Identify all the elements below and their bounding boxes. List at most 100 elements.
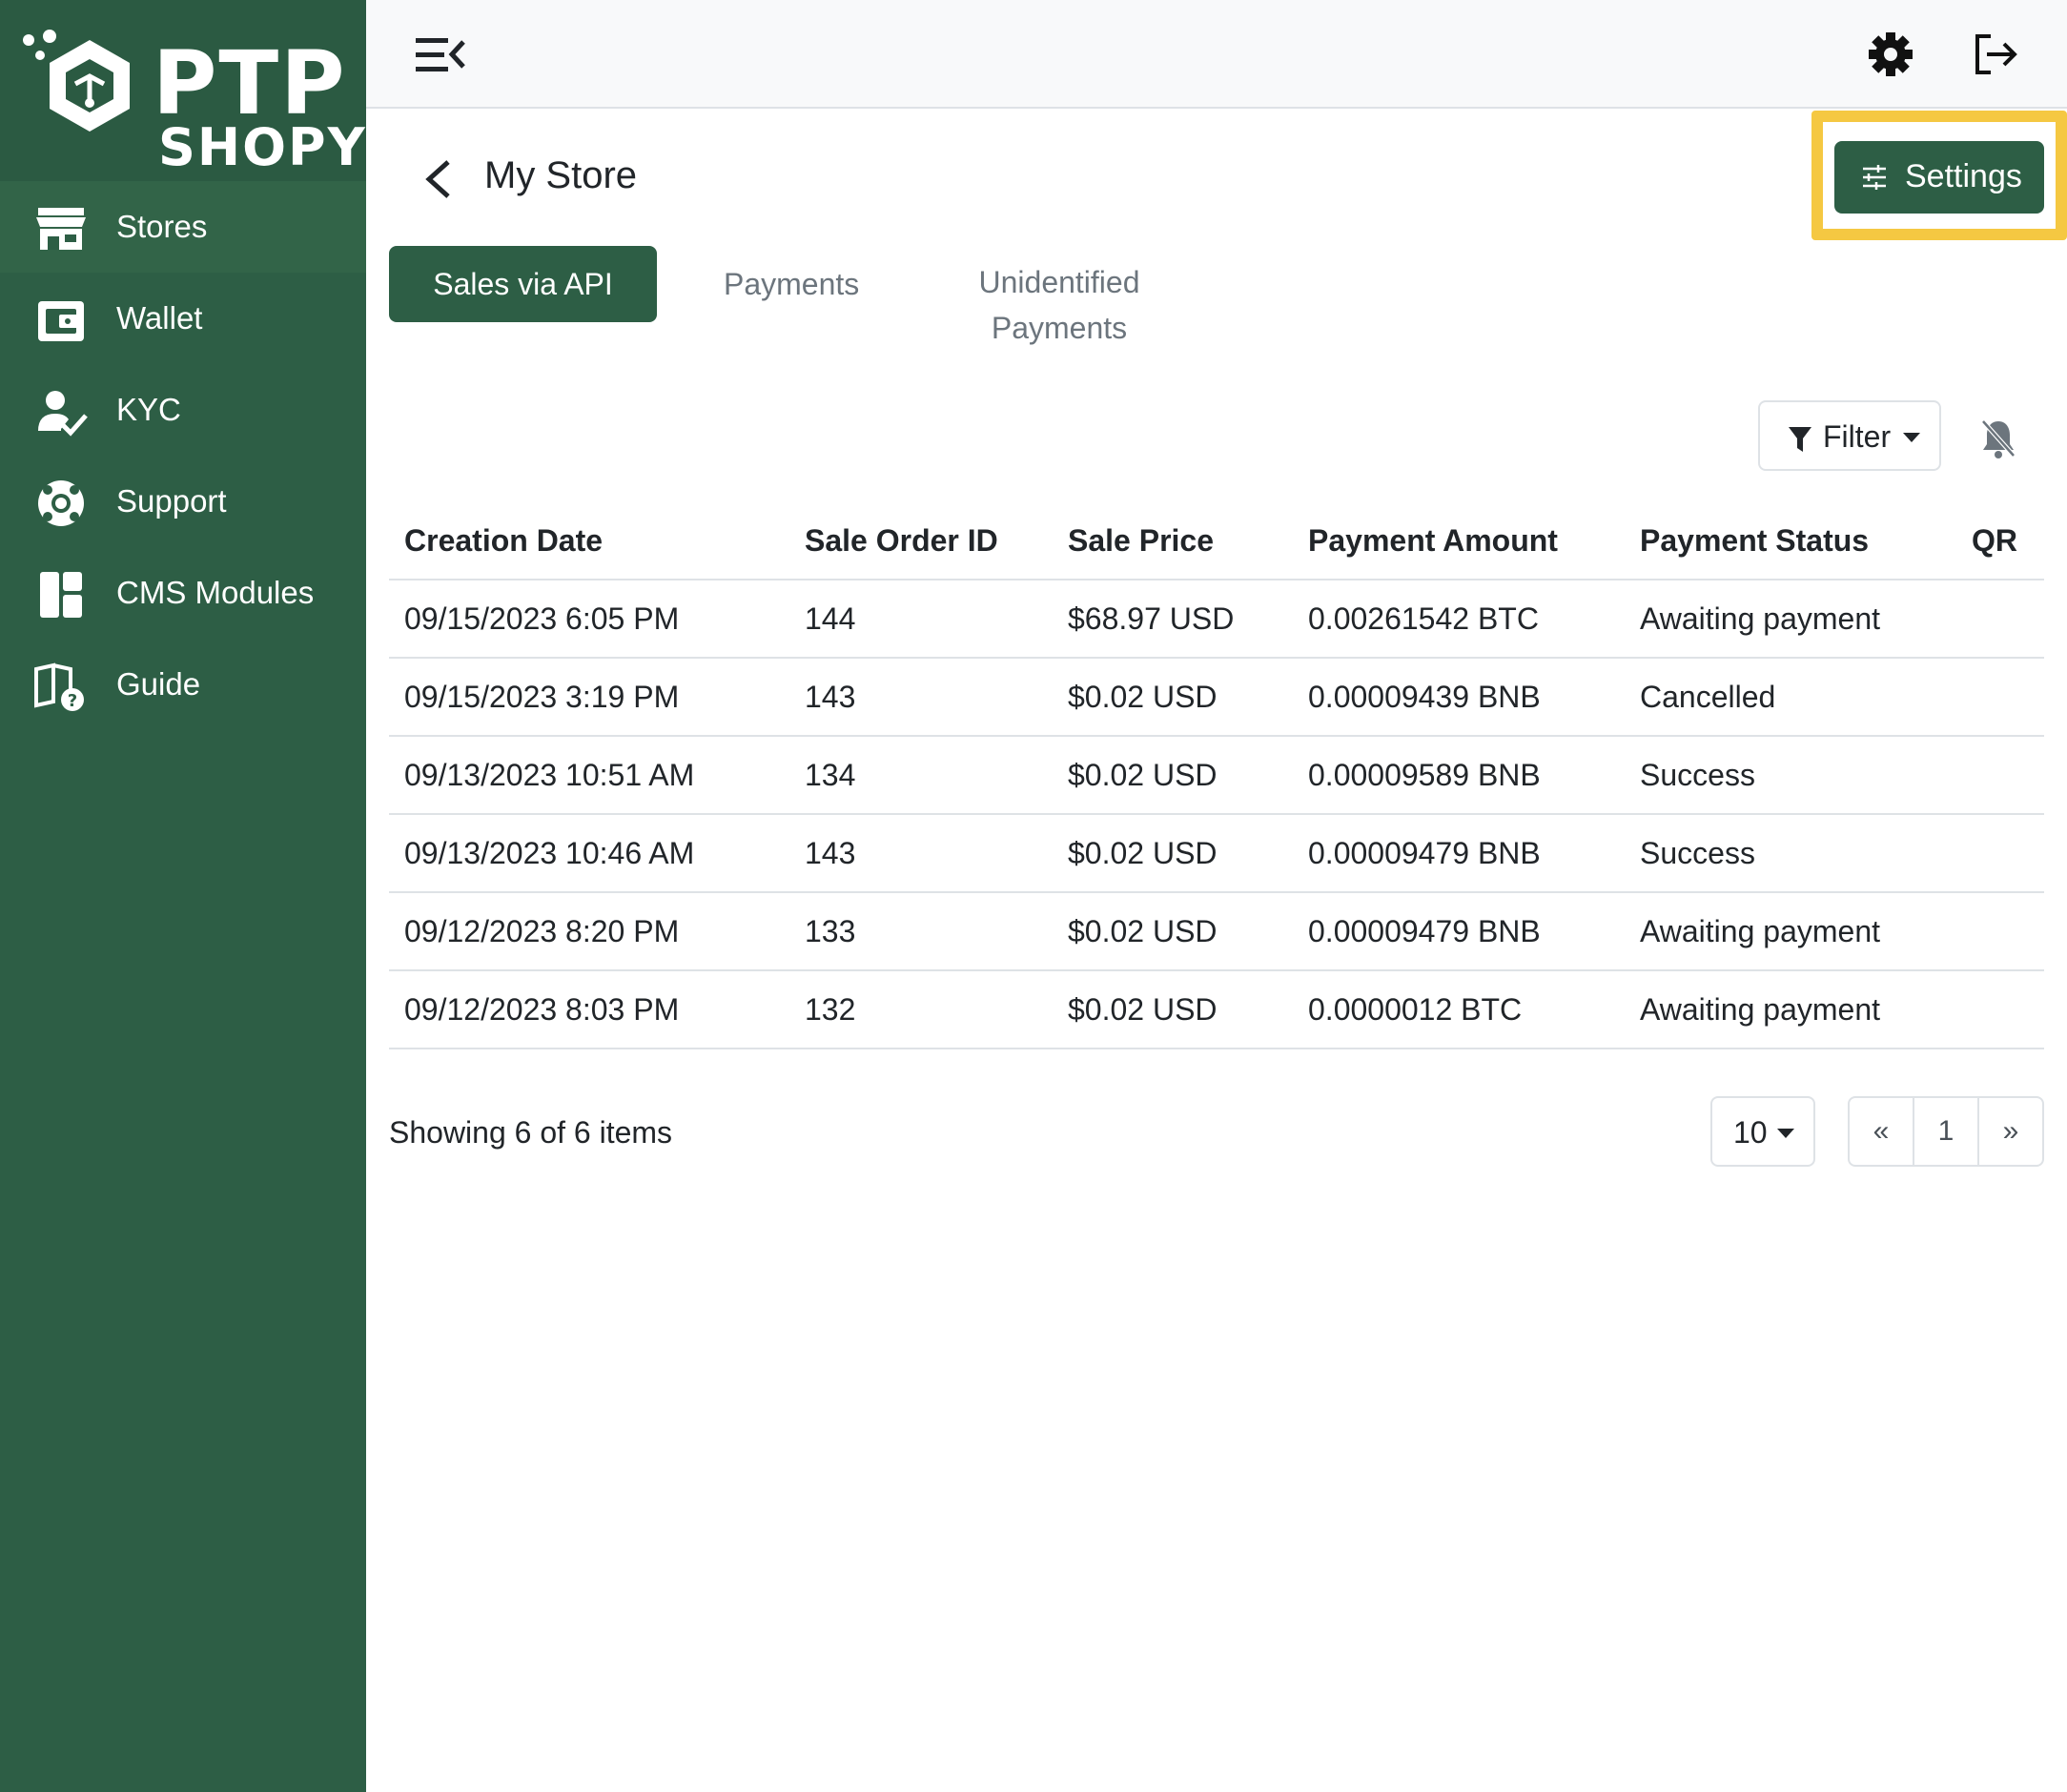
sidebar-item-label: KYC bbox=[116, 392, 181, 427]
tab-sales-via-api[interactable]: Sales via API bbox=[389, 246, 657, 322]
bell-slash-icon[interactable] bbox=[1979, 417, 2017, 459]
cell-payment-status: Awaiting payment bbox=[1625, 892, 1956, 971]
cell-payment-amount: 0.00009439 BNB bbox=[1293, 658, 1625, 737]
cell-sale-order-id: 143 bbox=[789, 814, 1053, 893]
page-size-value: 10 bbox=[1733, 1115, 1768, 1150]
filter-button[interactable]: Filter bbox=[1758, 400, 1941, 471]
table-row[interactable]: 09/15/2023 6:05 PM 144 $68.97 USD 0.0026… bbox=[389, 580, 2044, 659]
chevron-down-icon bbox=[1777, 1129, 1794, 1138]
settings-button[interactable]: Settings bbox=[1834, 141, 2044, 214]
sidebar-item-wallet[interactable]: Wallet bbox=[0, 273, 366, 364]
cell-sale-price: $0.02 USD bbox=[1053, 892, 1293, 971]
cell-sale-order-id: 144 bbox=[789, 580, 1053, 659]
cell-creation-date: 09/15/2023 6:05 PM bbox=[389, 580, 789, 659]
wallet-icon bbox=[38, 301, 84, 341]
svg-text:?: ? bbox=[68, 691, 77, 711]
cell-payment-status: Success bbox=[1625, 736, 1956, 815]
sidebar-item-label: Guide bbox=[116, 666, 201, 702]
tab-payments[interactable]: Payments bbox=[724, 267, 859, 302]
sidebar-nav: Stores Wallet KYC Support CMS Modules ? … bbox=[0, 181, 366, 730]
table-row[interactable]: 09/12/2023 8:03 PM 132 $0.02 USD 0.00000… bbox=[389, 970, 2044, 1049]
cell-payment-status: Awaiting payment bbox=[1625, 970, 1956, 1049]
page-title: My Store bbox=[484, 154, 638, 196]
book-question-icon: ? bbox=[34, 662, 84, 711]
cell-sale-price: $68.97 USD bbox=[1053, 580, 1293, 659]
filter-icon bbox=[1789, 427, 1811, 452]
cell-creation-date: 09/12/2023 8:20 PM bbox=[389, 892, 789, 971]
brand-logo[interactable]: PTP SHOPY bbox=[0, 0, 366, 181]
settings-button-label: Settings bbox=[1905, 158, 2022, 194]
cell-payment-amount: 0.00261542 BTC bbox=[1293, 580, 1625, 659]
logout-icon[interactable] bbox=[1972, 31, 2019, 78]
table-row[interactable]: 09/13/2023 10:51 AM 134 $0.02 USD 0.0000… bbox=[389, 736, 2044, 815]
top-bar bbox=[366, 0, 2067, 109]
sidebar-item-support[interactable]: Support bbox=[0, 456, 366, 547]
cell-payment-amount: 0.00009479 BNB bbox=[1293, 814, 1625, 893]
sidebar-item-stores[interactable]: Stores bbox=[0, 181, 366, 273]
cell-qr bbox=[1956, 970, 2044, 1049]
back-icon[interactable] bbox=[420, 156, 458, 202]
cell-sale-order-id: 134 bbox=[789, 736, 1053, 815]
brand-line2: SHOPY bbox=[158, 117, 367, 177]
cell-qr bbox=[1956, 580, 2044, 659]
sidebar-item-kyc[interactable]: KYC bbox=[0, 364, 366, 456]
lifebuoy-icon bbox=[38, 480, 84, 526]
sliders-icon bbox=[1863, 165, 1886, 190]
logo-icon bbox=[23, 30, 130, 132]
tab-label-line1: Unidentified bbox=[978, 265, 1140, 299]
cell-payment-status: Cancelled bbox=[1625, 658, 1956, 737]
cell-payment-status: Success bbox=[1625, 814, 1956, 893]
cell-creation-date: 09/12/2023 8:03 PM bbox=[389, 970, 789, 1049]
page-size-select[interactable]: 10 bbox=[1710, 1096, 1815, 1167]
pagination: « 1 » bbox=[1848, 1096, 2044, 1167]
column-header-payment-status[interactable]: Payment Status bbox=[1625, 503, 1956, 580]
cell-qr bbox=[1956, 736, 2044, 815]
cell-payment-amount: 0.00009589 BNB bbox=[1293, 736, 1625, 815]
chevron-down-icon bbox=[1903, 433, 1920, 442]
tab-unidentified-payments[interactable]: Unidentified Payments bbox=[953, 259, 1165, 351]
sidebar-item-guide[interactable]: ? Guide bbox=[0, 639, 366, 730]
table-row[interactable]: 09/15/2023 3:19 PM 143 $0.02 USD 0.00009… bbox=[389, 658, 2044, 737]
pagination-next[interactable]: » bbox=[1979, 1098, 2042, 1165]
tab-label-line2: Payments bbox=[991, 311, 1128, 345]
sales-table: Creation Date Sale Order ID Sale Price P… bbox=[389, 503, 2044, 1049]
cell-sale-price: $0.02 USD bbox=[1053, 736, 1293, 815]
layout-icon bbox=[40, 572, 82, 618]
column-header-sale-order-id[interactable]: Sale Order ID bbox=[789, 503, 1053, 580]
cell-qr bbox=[1956, 814, 2044, 893]
user-check-icon bbox=[38, 391, 88, 437]
table-row[interactable]: 09/13/2023 10:46 AM 143 $0.02 USD 0.0000… bbox=[389, 814, 2044, 893]
sidebar: PTP SHOPY Stores Wallet KYC Support CMS … bbox=[0, 0, 366, 1792]
brand-line1: PTP bbox=[153, 32, 347, 134]
brand-name: PTP SHOPY bbox=[153, 40, 367, 173]
sidebar-item-label: Wallet bbox=[116, 300, 203, 336]
cell-sale-price: $0.02 USD bbox=[1053, 814, 1293, 893]
sidebar-item-label: Support bbox=[116, 483, 227, 519]
column-header-creation-date[interactable]: Creation Date bbox=[389, 503, 789, 580]
pagination-prev[interactable]: « bbox=[1850, 1098, 1914, 1165]
cell-sale-price: $0.02 USD bbox=[1053, 970, 1293, 1049]
cell-payment-amount: 0.0000012 BTC bbox=[1293, 970, 1625, 1049]
menu-collapse-icon[interactable] bbox=[416, 34, 465, 76]
column-header-sale-price[interactable]: Sale Price bbox=[1053, 503, 1293, 580]
filter-label: Filter bbox=[1823, 419, 1892, 454]
cell-sale-order-id: 132 bbox=[789, 970, 1053, 1049]
store-icon bbox=[36, 208, 86, 250]
table-row[interactable]: 09/12/2023 8:20 PM 133 $0.02 USD 0.00009… bbox=[389, 892, 2044, 971]
sidebar-item-cms-modules[interactable]: CMS Modules bbox=[0, 547, 366, 639]
pagination-page-1[interactable]: 1 bbox=[1914, 1098, 1979, 1165]
cell-sale-price: $0.02 USD bbox=[1053, 658, 1293, 737]
cell-qr bbox=[1956, 892, 2044, 971]
gear-icon[interactable] bbox=[1867, 31, 1914, 78]
cell-sale-order-id: 143 bbox=[789, 658, 1053, 737]
cell-payment-status: Awaiting payment bbox=[1625, 580, 1956, 659]
column-header-qr: QR bbox=[1956, 503, 2044, 580]
cell-qr bbox=[1956, 658, 2044, 737]
cell-sale-order-id: 133 bbox=[789, 892, 1053, 971]
cell-payment-amount: 0.00009479 BNB bbox=[1293, 892, 1625, 971]
items-count-text: Showing 6 of 6 items bbox=[389, 1115, 673, 1150]
cell-creation-date: 09/13/2023 10:46 AM bbox=[389, 814, 789, 893]
sidebar-item-label: Stores bbox=[116, 209, 208, 244]
table-header-row: Creation Date Sale Order ID Sale Price P… bbox=[389, 503, 2044, 580]
column-header-payment-amount[interactable]: Payment Amount bbox=[1293, 503, 1625, 580]
